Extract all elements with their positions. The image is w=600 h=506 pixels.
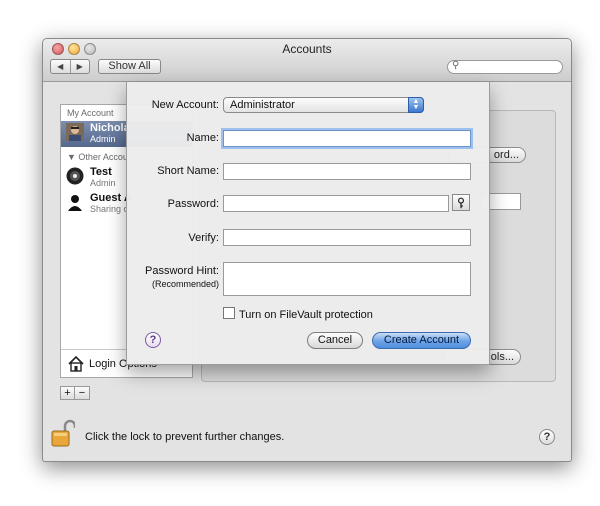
account-role: Sharing o [90,204,129,214]
password-assistant-button[interactable] [452,194,470,211]
filevault-label: Turn on FileVault protection [239,309,373,321]
add-account-button[interactable]: + [60,386,75,400]
verify-input[interactable] [223,229,471,246]
add-remove-controls: + − [60,386,90,400]
remove-account-button[interactable]: − [75,386,90,400]
key-icon [458,197,464,209]
new-account-sheet: New Account: Administrator ▲ ▼ Name: Shor… [126,82,490,365]
titlebar: Accounts ◀ ▶ Show All ⚲ [43,39,571,82]
account-type-value: Administrator [230,99,295,111]
filevault-checkbox[interactable] [223,307,235,319]
my-account-header: My Account [67,108,114,118]
window-title: Accounts [282,42,332,56]
lock-status-text: Click the lock to prevent further change… [85,431,285,443]
account-name: Test [90,166,112,178]
show-all-button[interactable]: Show All [98,59,161,74]
guest-silhouette-icon [68,195,82,211]
cancel-button[interactable]: Cancel [307,332,363,349]
account-name: Nichola [90,122,130,134]
lock-open-icon[interactable] [51,419,75,447]
name-input[interactable] [223,130,471,147]
account-type-popup[interactable]: Administrator ▲ ▼ [223,97,424,113]
account-role: Admin [90,134,116,144]
short-name-label: Short Name: [157,165,219,177]
nav-back-forward: ◀ ▶ [50,59,90,74]
house-icon [68,355,84,372]
password-hint-sublabel: (Recommended) [151,279,219,289]
password-input[interactable] [223,195,449,212]
other-accounts-header[interactable]: ▼ Other Accou [67,152,128,162]
name-label: Name: [186,132,219,144]
user-avatar-icon [66,167,84,185]
magnifier-icon: ⚲ [452,60,460,71]
popup-arrows-icon: ▲ ▼ [408,97,424,113]
nav-forward-button[interactable]: ▶ [69,60,90,73]
short-name-input[interactable] [223,163,471,180]
user-photo-icon [66,123,84,141]
search-field[interactable]: ⚲ [447,60,563,74]
password-hint-label: Password Hint: [145,265,219,277]
filevault-row[interactable]: Turn on FileVault protection [223,307,373,321]
create-account-button[interactable]: Create Account [372,332,471,349]
password-label: Password: [167,198,219,210]
nav-back-button[interactable]: ◀ [51,60,70,73]
account-role: Admin [90,178,116,188]
new-account-label: New Account: [151,99,219,111]
help-button[interactable]: ? [539,429,555,445]
sheet-help-button[interactable]: ? [145,332,161,348]
password-hint-input[interactable] [223,262,471,296]
verify-label: Verify: [188,232,219,244]
